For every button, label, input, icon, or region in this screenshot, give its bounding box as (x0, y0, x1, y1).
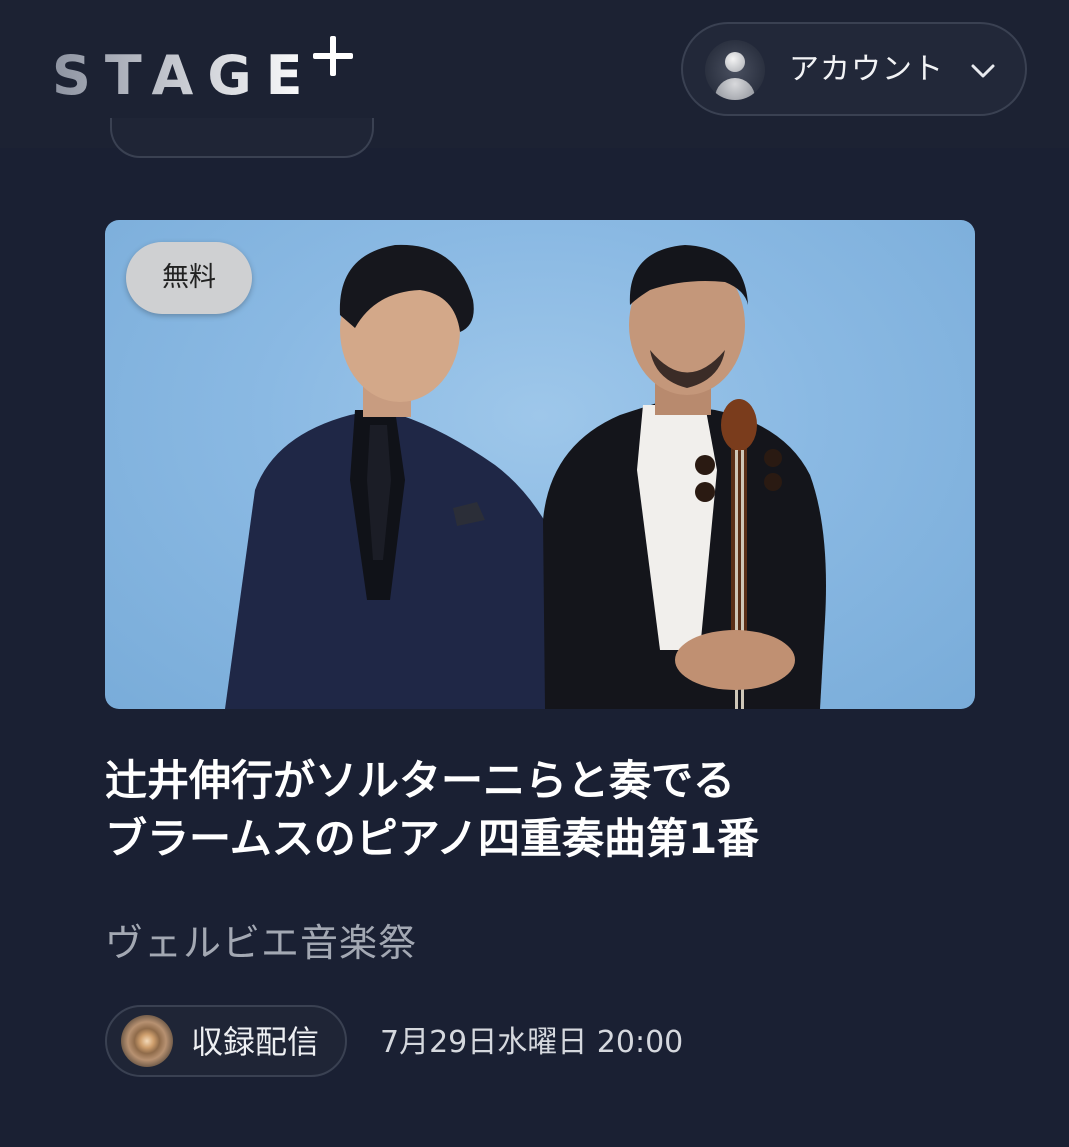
user-avatar-icon (705, 40, 765, 100)
previous-item-pill (110, 118, 374, 158)
stage-plus-logo[interactable]: STAGE (52, 36, 353, 108)
stream-type-badge: 収録配信 (105, 1005, 347, 1077)
event-title-line1: 辻井伸行がソルターニらと奏でる (105, 756, 736, 805)
recording-icon (121, 1015, 173, 1067)
event-title-line2: ブラームスのピアノ四重奏曲第1番 (105, 814, 760, 863)
free-badge: 無料 (126, 242, 252, 314)
festival-name: ヴェルビエ音楽祭 (105, 921, 418, 965)
plus-icon (312, 36, 353, 76)
account-label: アカウント (789, 52, 944, 87)
chevron-down-icon (971, 64, 995, 78)
stream-type-label: 収録配信 (191, 1023, 320, 1061)
logo-text: STAGE (52, 38, 317, 114)
event-title[interactable]: 辻井伸行がソルターニらと奏でる ブラームスのピアノ四重奏曲第1番 (105, 752, 965, 868)
event-thumbnail[interactable]: 無料 (105, 220, 975, 709)
broadcast-datetime: 7月29日水曜日 20:00 (380, 1025, 684, 1060)
account-button[interactable]: アカウント (681, 22, 1027, 116)
